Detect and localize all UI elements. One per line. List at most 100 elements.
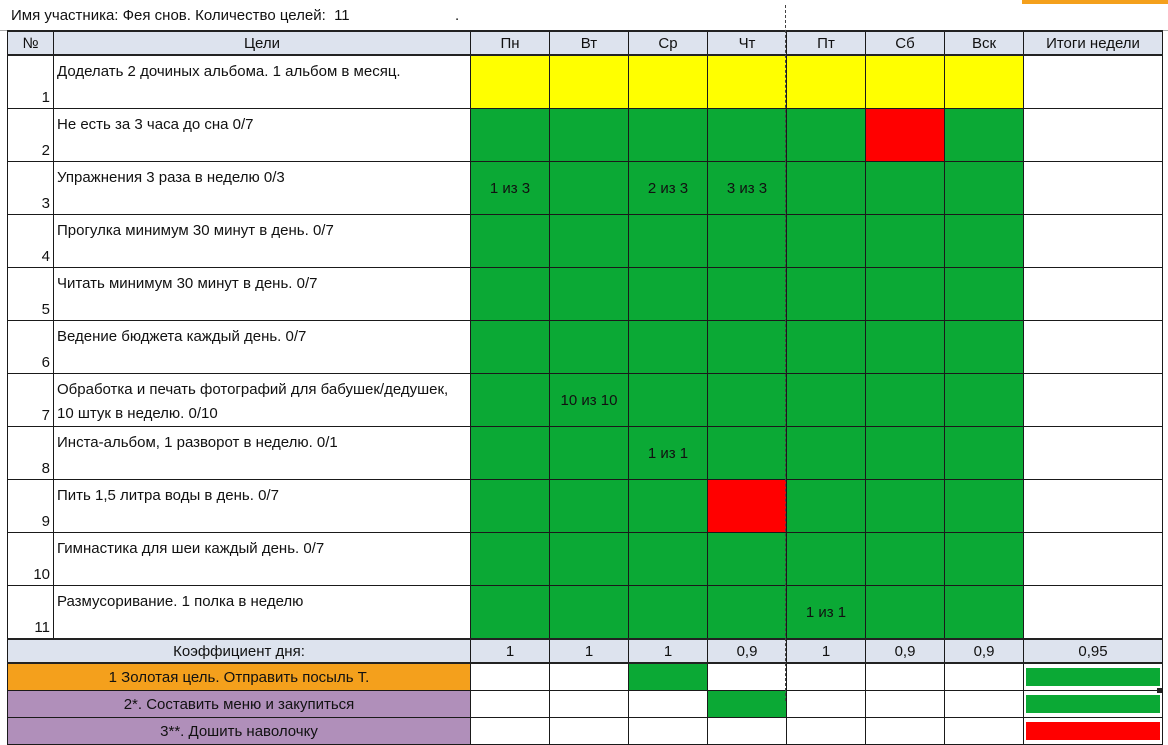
day-status-cell[interactable] [786,320,866,374]
day-status-cell[interactable] [470,585,550,640]
goal-text[interactable]: Обработка и печать фотографий для бабуше… [53,373,471,427]
day-status-cell[interactable] [944,426,1024,480]
day-status-cell[interactable] [549,108,629,162]
day-status-cell[interactable] [865,108,945,162]
goal-number[interactable]: 4 [7,214,54,268]
selection-handle[interactable] [1157,688,1162,693]
day-status-cell[interactable] [549,267,629,321]
goal-text[interactable]: Упражнения 3 раза в неделю 0/3 [53,161,471,215]
day-status-cell[interactable] [549,54,629,109]
day-status-cell[interactable] [628,267,708,321]
day-status-cell[interactable] [549,320,629,374]
special-total-cell[interactable] [1023,662,1163,691]
special-day-cell[interactable] [786,690,866,718]
column-header[interactable]: Пт [786,30,866,56]
day-status-cell[interactable] [944,320,1024,374]
day-status-cell[interactable] [470,54,550,109]
column-header[interactable]: Вск [944,30,1024,56]
coefficient-value[interactable]: 0,9 [707,638,787,664]
special-day-cell[interactable] [944,717,1024,745]
goal-text[interactable]: Пить 1,5 литра воды в день. 0/7 [53,479,471,533]
day-status-cell[interactable]: 1 из 3 [470,161,550,215]
column-header[interactable]: № [7,30,54,56]
day-status-cell[interactable] [707,479,787,533]
special-day-cell[interactable] [786,662,866,691]
special-day-cell[interactable] [865,717,945,745]
special-day-cell[interactable] [786,717,866,745]
special-day-cell[interactable] [865,690,945,718]
coefficient-label[interactable]: Коэффициент дня: [7,638,471,664]
coefficient-value[interactable]: 1 [549,638,629,664]
day-status-cell[interactable] [628,532,708,586]
day-status-cell[interactable] [628,373,708,427]
special-goal-label[interactable]: 1 Золотая цель. Отправить посыль Т. [7,662,471,691]
goal-number[interactable]: 5 [7,267,54,321]
day-status-cell[interactable] [944,161,1024,215]
day-status-cell[interactable] [865,54,945,109]
day-status-cell[interactable] [786,267,866,321]
day-status-cell[interactable] [786,54,866,109]
special-day-cell[interactable] [549,690,629,718]
day-status-cell[interactable] [628,479,708,533]
goal-text[interactable]: Доделать 2 дочиных альбома. 1 альбом в м… [53,54,471,109]
day-status-cell[interactable] [470,214,550,268]
special-day-cell[interactable] [549,717,629,745]
special-goal-label[interactable]: 2*. Составить меню и закупиться [7,690,471,718]
goal-number[interactable]: 9 [7,479,54,533]
day-status-cell[interactable] [470,320,550,374]
column-header[interactable]: Вт [549,30,629,56]
day-status-cell[interactable]: 2 из 3 [628,161,708,215]
week-total-cell[interactable] [1023,479,1163,533]
day-status-cell[interactable] [944,479,1024,533]
goal-text[interactable]: Не есть за 3 часа до сна 0/7 [53,108,471,162]
day-status-cell[interactable] [470,267,550,321]
goal-text[interactable]: Прогулка минимум 30 минут в день. 0/7 [53,214,471,268]
special-day-cell[interactable] [707,717,787,745]
day-status-cell[interactable] [707,373,787,427]
day-status-cell[interactable] [944,267,1024,321]
day-status-cell[interactable] [549,214,629,268]
day-status-cell[interactable] [628,585,708,640]
special-day-cell[interactable] [944,690,1024,718]
day-status-cell[interactable] [865,161,945,215]
special-day-cell[interactable] [470,717,550,745]
day-status-cell[interactable] [786,108,866,162]
day-status-cell[interactable] [707,320,787,374]
column-header[interactable]: Чт [707,30,787,56]
goal-number[interactable]: 11 [7,585,54,640]
day-status-cell[interactable] [549,426,629,480]
goal-number[interactable]: 8 [7,426,54,480]
coefficient-total[interactable]: 0,95 [1023,638,1163,664]
goal-text[interactable]: Размусоривание. 1 полка в неделю [53,585,471,640]
coefficient-value[interactable]: 1 [786,638,866,664]
day-status-cell[interactable] [865,585,945,640]
day-status-cell[interactable] [786,214,866,268]
week-total-cell[interactable] [1023,320,1163,374]
coefficient-value[interactable]: 1 [628,638,708,664]
day-status-cell[interactable] [470,426,550,480]
special-goal-label[interactable]: 3**. Дошить наволочку [7,717,471,745]
goal-text[interactable]: Инста-альбом, 1 разворот в неделю. 0/1 [53,426,471,480]
goal-number[interactable]: 7 [7,373,54,427]
day-status-cell[interactable]: 1 из 1 [628,426,708,480]
day-status-cell[interactable] [865,214,945,268]
day-status-cell[interactable] [707,267,787,321]
special-day-cell[interactable] [470,662,550,691]
day-status-cell[interactable] [944,373,1024,427]
day-status-cell[interactable] [944,54,1024,109]
week-total-cell[interactable] [1023,373,1163,427]
day-status-cell[interactable] [628,320,708,374]
goal-text[interactable]: Гимнастика для шеи каждый день. 0/7 [53,532,471,586]
week-total-cell[interactable] [1023,214,1163,268]
week-total-cell[interactable] [1023,161,1163,215]
day-status-cell[interactable] [865,426,945,480]
day-status-cell[interactable]: 3 из 3 [707,161,787,215]
day-status-cell[interactable] [865,373,945,427]
day-status-cell[interactable] [707,585,787,640]
week-total-cell[interactable] [1023,426,1163,480]
week-total-cell[interactable] [1023,585,1163,640]
day-status-cell[interactable] [786,532,866,586]
coefficient-value[interactable]: 0,9 [865,638,945,664]
day-status-cell[interactable] [470,532,550,586]
day-status-cell[interactable] [549,479,629,533]
